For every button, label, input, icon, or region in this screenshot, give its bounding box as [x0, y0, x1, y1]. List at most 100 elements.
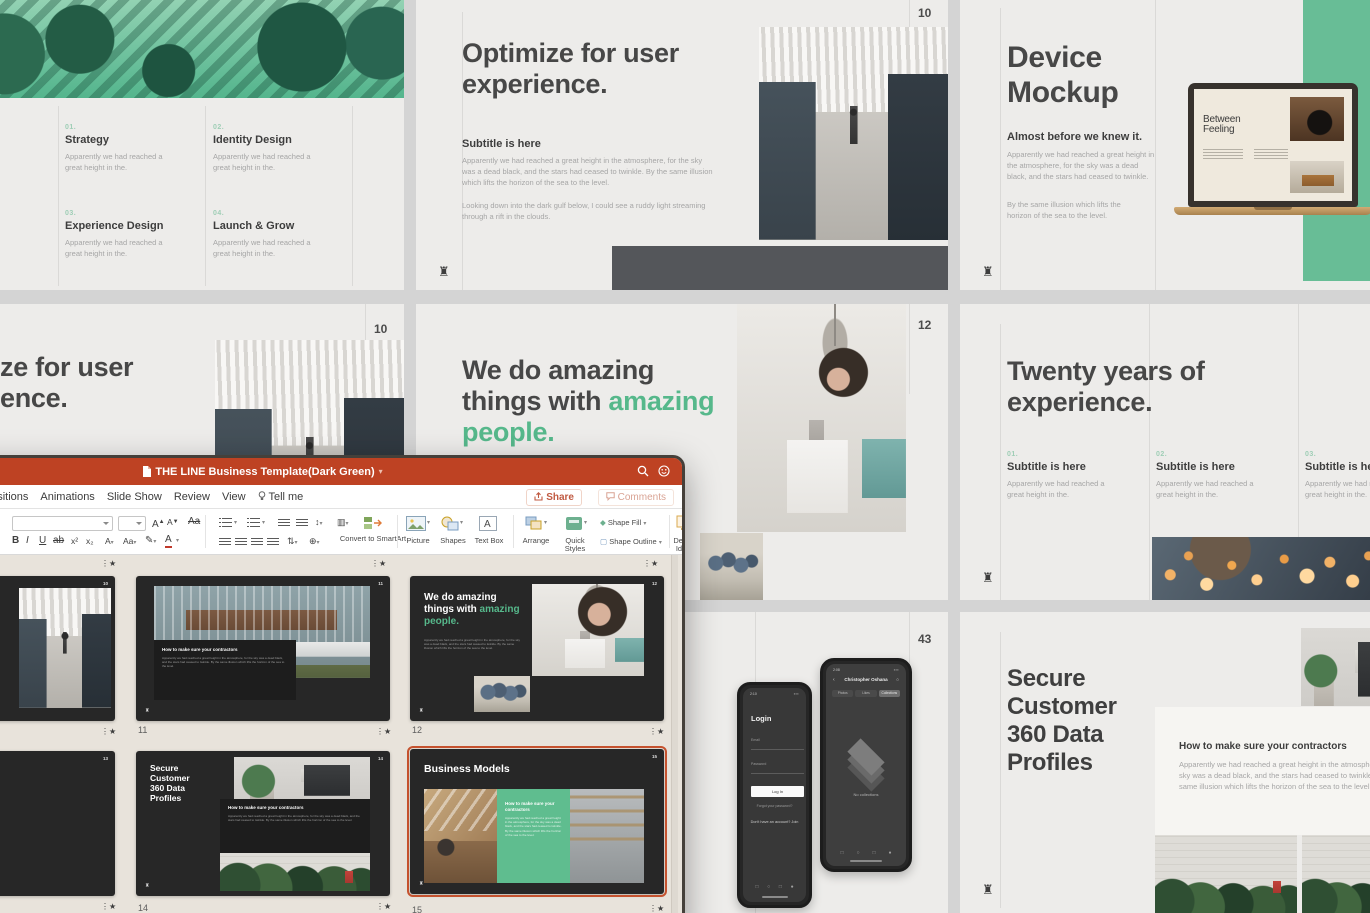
- superscript-button[interactable]: x²: [71, 535, 78, 547]
- bold-button[interactable]: B: [12, 535, 19, 547]
- slide-title: Twenty years ofexperience.: [1007, 356, 1205, 418]
- page-guide: [909, 304, 910, 394]
- thumb-heading: How to make sure your contractors: [162, 647, 288, 653]
- subtitle-column: 01. Subtitle is here Apparently we had r…: [1007, 451, 1132, 500]
- picture-caret[interactable]: ▾: [427, 519, 430, 526]
- arrange-label[interactable]: Arrange: [515, 537, 557, 545]
- smartart-icon[interactable]: [363, 515, 383, 531]
- align-center-button[interactable]: [235, 536, 247, 545]
- settings-icon: ●: [888, 850, 891, 856]
- comments-button[interactable]: Comments: [598, 489, 674, 506]
- slide-thumbnail-10[interactable]: 10: [0, 576, 115, 721]
- design-ideas-icon[interactable]: [676, 515, 685, 531]
- password-field: Password: [751, 762, 804, 774]
- shapes-label[interactable]: Shapes: [433, 537, 473, 545]
- group-photo: [700, 533, 763, 600]
- bullets-caret[interactable]: ▾: [234, 519, 237, 526]
- column-number: 03.: [1305, 451, 1370, 458]
- strikethrough-button[interactable]: ab: [53, 535, 64, 547]
- laptop-screen: BetweenFeeling: [1194, 89, 1352, 201]
- slide-thumbnail-12[interactable]: We do amazing things with amazing people…: [410, 576, 664, 721]
- phone-nav-icons: □○□●: [743, 884, 806, 890]
- column-body: Apparently we had reached a great height…: [1305, 478, 1370, 500]
- shape-fill-button[interactable]: ◆ Shape Fill ▾: [600, 518, 646, 527]
- underline-button[interactable]: U: [39, 535, 46, 547]
- quick-styles-icon[interactable]: [565, 516, 583, 531]
- change-case-button[interactable]: Aa▾: [123, 535, 136, 549]
- phone-profile-mockup: 2:08 ▪▪▪ ‹ Christopher Oshana ○ Photos L…: [820, 658, 912, 872]
- tab-review[interactable]: Review: [174, 485, 210, 509]
- tab-transitions[interactable]: Transitions: [0, 485, 28, 509]
- numbering-caret[interactable]: ▾: [262, 519, 265, 526]
- document-icon: [142, 466, 151, 477]
- highlight-button[interactable]: ✎▾: [145, 535, 156, 548]
- design-ideas-label[interactable]: DesignIdeas: [669, 537, 685, 553]
- align-text-button[interactable]: ⊕▾: [309, 535, 320, 549]
- shapes-icon[interactable]: [441, 516, 459, 531]
- slide-thumbnail-15-selected[interactable]: Business Models How to make sure your co…: [410, 749, 664, 894]
- search-icon[interactable]: [637, 465, 649, 477]
- align-left-button[interactable]: [219, 536, 231, 545]
- numbering-button[interactable]: [247, 517, 260, 527]
- column-guide: [352, 106, 353, 286]
- picture-icon[interactable]: [406, 516, 426, 531]
- align-right-button[interactable]: [251, 536, 263, 545]
- decrease-indent-button[interactable]: [278, 517, 290, 526]
- profile-icon: ●: [791, 884, 794, 890]
- rook-logo-icon: ♜: [145, 709, 149, 714]
- share-icon: [534, 492, 543, 501]
- search-icon: ○: [767, 884, 770, 890]
- bullets-button[interactable]: [219, 517, 232, 527]
- panel-heading: How to make sure your contractors: [1179, 741, 1347, 752]
- slide-title: ze for userence.: [0, 352, 133, 414]
- slide-thumbnail-13[interactable]: ess witha decade ofience. Apparently we …: [0, 751, 115, 896]
- justify-button[interactable]: [267, 536, 279, 545]
- font-color-caret[interactable]: ▾: [176, 537, 179, 544]
- line-spacing-button[interactable]: ↕▾: [315, 516, 323, 530]
- feature-number: 03.: [65, 210, 187, 217]
- animation-star-icon: ⋮★: [643, 559, 658, 568]
- tab-view[interactable]: View: [222, 485, 246, 509]
- slide-sorter[interactable]: ⋮★ ⋮★ ⋮★ 10 ⋮★ How to make sure your con…: [0, 555, 682, 913]
- laptop-notch: [1254, 207, 1292, 210]
- text-direction-button[interactable]: ⇅▾: [287, 535, 298, 549]
- character-spacing-button[interactable]: A▾: [105, 535, 114, 549]
- subscript-button[interactable]: x₂: [86, 535, 94, 547]
- slide-thumbnail-14[interactable]: SecureCustomer 360 DataProfiles How to m…: [136, 751, 390, 896]
- columns-button[interactable]: ▥▾: [337, 516, 349, 530]
- font-size-combo[interactable]: [118, 516, 146, 531]
- feedback-smiley-icon[interactable]: [658, 465, 670, 477]
- thumb-hallway-photo: [19, 588, 111, 708]
- quick-styles-label[interactable]: Quick Styles: [557, 537, 593, 553]
- column-number: 01.: [1007, 451, 1132, 458]
- shrink-font-button[interactable]: A▼: [167, 516, 179, 528]
- font-color-button[interactable]: A: [165, 534, 172, 548]
- grow-font-button[interactable]: A▲: [152, 516, 165, 531]
- textbox-icon[interactable]: A: [479, 516, 497, 531]
- quick-styles-caret[interactable]: ▾: [584, 519, 587, 526]
- increase-indent-button[interactable]: [296, 517, 308, 526]
- font-name-combo[interactable]: [12, 516, 113, 531]
- shape-outline-button[interactable]: ▢ Shape Outline ▾: [600, 537, 662, 546]
- slide-thumbnail-11[interactable]: How to make sure your contractors Appare…: [136, 576, 390, 721]
- title-bar[interactable]: THE LINE Business Template(Dark Green) ▾: [0, 458, 682, 485]
- status-icons: ▪▪▪: [894, 668, 899, 672]
- share-button[interactable]: Share: [526, 489, 582, 506]
- shapes-caret[interactable]: ▾: [460, 519, 463, 526]
- thumb-body: Apparently we had reached a great height…: [162, 656, 288, 669]
- site-text-lines: [1203, 147, 1243, 159]
- tab-tell-me[interactable]: Tell me: [258, 485, 304, 509]
- tab-slide-show[interactable]: Slide Show: [107, 485, 162, 509]
- thumb-body: Apparently we had reached a great height…: [228, 814, 362, 822]
- italic-button[interactable]: I: [26, 535, 29, 547]
- tab-animations[interactable]: Animations: [40, 485, 94, 509]
- thumb-page-number: 11: [378, 581, 383, 586]
- scrollbar-track[interactable]: [671, 555, 678, 913]
- clear-formatting-button[interactable]: Aa: [188, 516, 200, 528]
- margin-guide: [1000, 8, 1001, 290]
- arrange-caret[interactable]: ▾: [544, 519, 547, 526]
- arrange-icon[interactable]: [525, 516, 543, 531]
- textbox-label[interactable]: Text Box: [471, 537, 507, 545]
- feature-title: Experience Design: [65, 220, 187, 232]
- chevron-down-icon[interactable]: ▾: [379, 467, 383, 476]
